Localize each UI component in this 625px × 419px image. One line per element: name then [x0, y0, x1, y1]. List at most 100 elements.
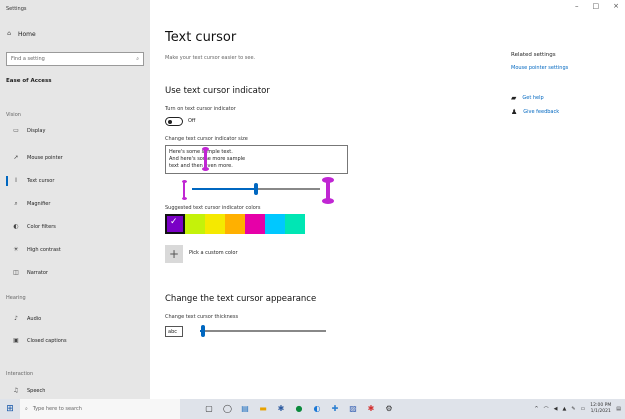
edge-icon[interactable]: ◐ [313, 405, 321, 413]
sidebar-item-speech[interactable]: ♫ Speech [0, 384, 150, 398]
magnifier-icon: ⌕ [14, 200, 18, 207]
page-description: Make your text cursor easier to see. [165, 55, 256, 61]
sidebar-section-title: Ease of Access [6, 78, 52, 84]
color-swatch[interactable] [225, 214, 245, 234]
cortana-icon[interactable]: ◯ [223, 405, 232, 413]
settings-search-input[interactable]: Find a setting ⌕ [6, 52, 144, 66]
slider-thumb[interactable] [254, 183, 258, 195]
sidebar-item-closed-captions[interactable]: ▣ Closed captions [0, 334, 150, 348]
photos-icon[interactable]: ✚ [331, 405, 339, 413]
sidebar-item-label: Text cursor [27, 178, 55, 184]
volume-icon[interactable]: ◀ [554, 406, 558, 412]
captions-icon: ▣ [13, 337, 19, 344]
settings-gear-icon[interactable]: ⚙ [385, 405, 393, 413]
search-icon: ⌕ [25, 406, 28, 412]
color-swatch[interactable] [205, 214, 225, 234]
color-swatch[interactable] [285, 214, 305, 234]
color-filter-icon: ◐ [13, 223, 19, 230]
speech-icon: ♫ [13, 387, 19, 394]
settings-window: Settings ⌂ Home Find a setting ⌕ Ease of… [0, 0, 625, 399]
indicator-toggle[interactable] [165, 117, 183, 126]
sidebar-home[interactable]: ⌂ Home [6, 28, 36, 40]
chevron-up-icon[interactable]: ^ [534, 406, 538, 412]
mouse-pointer-settings-link[interactable]: Mouse pointer settings [511, 65, 568, 71]
size-label: Change text cursor indicator size [165, 136, 248, 142]
thickness-slider-track[interactable] [200, 330, 326, 332]
page-title: Text cursor [165, 30, 237, 45]
sidebar-item-mouse-pointer[interactable]: ➚ Mouse pointer [0, 151, 150, 165]
sidebar-item-audio[interactable]: ♪ Audio [0, 312, 150, 326]
custom-color-button[interactable]: + [165, 245, 183, 263]
indicator-size-slider[interactable] [165, 177, 340, 204]
main-content: Text cursor Make your text cursor easier… [165, 0, 505, 399]
sidebar-item-label: Closed captions [27, 338, 67, 344]
sidebar-item-narrator[interactable]: ◫ Narrator [0, 266, 150, 280]
file-explorer-icon[interactable]: ▬ [259, 405, 267, 413]
sidebar-group-interaction: Interaction [6, 371, 34, 377]
indicator-section-title: Use text cursor indicator [165, 86, 270, 96]
search-placeholder: Find a setting [11, 56, 45, 62]
get-help-link[interactable]: ▰ Get help [511, 94, 544, 102]
thickness-slider-thumb[interactable] [201, 325, 205, 337]
system-tray: ^ ⌒ ◀ ▲ ✎ ▭ 12:00 PM 1/1/2021 ▤ [534, 399, 621, 419]
toggle-label: Turn on text cursor indicator [165, 106, 236, 112]
sidebar-item-color-filters[interactable]: ◐ Color filters [0, 220, 150, 234]
keyboard-icon[interactable]: ▭ [581, 406, 586, 412]
sidebar-item-label: High contrast [27, 247, 61, 253]
help-icon: ▰ [511, 94, 517, 102]
task-view-icon[interactable]: ▢ [205, 405, 213, 413]
plus-icon: + [168, 247, 180, 261]
color-swatches [165, 214, 305, 234]
taskbar-search-placeholder: Type here to search [32, 406, 82, 412]
related-rail: Related settings Mouse pointer settings … [511, 0, 621, 399]
give-feedback-link[interactable]: ♟ Give feedback [511, 108, 559, 116]
contrast-icon: ☀ [13, 246, 19, 253]
sidebar-item-high-contrast[interactable]: ☀ High contrast [0, 243, 150, 257]
pen-icon[interactable]: ✎ [571, 406, 575, 412]
search-icon: ⌕ [136, 56, 139, 62]
sidebar-item-label: Magnifier [27, 201, 51, 207]
clock[interactable]: 12:00 PM 1/1/2021 [590, 403, 611, 415]
large-size-icon [322, 177, 334, 204]
taskbar: ⊞ ⌕ Type here to search ▢ ◯ ▤ ▬ ✱ ● ◐ ✚ … [0, 399, 625, 419]
sidebar-group-vision: Vision [6, 112, 21, 118]
related-settings-title: Related settings [511, 52, 556, 58]
sidebar-item-label: Color filters [27, 224, 56, 230]
network-icon[interactable]: ⌒ [544, 406, 549, 413]
color-swatch[interactable] [245, 214, 265, 234]
media-icon[interactable]: ✱ [367, 405, 375, 413]
taskbar-search-input[interactable]: ⌕ Type here to search [20, 399, 180, 419]
custom-color-label[interactable]: Pick a custom color [189, 250, 238, 256]
sidebar-item-text-cursor[interactable]: I Text cursor [0, 174, 150, 188]
mouse-pointer-icon: ➚ [13, 154, 19, 161]
sidebar-item-magnifier[interactable]: ⌕ Magnifier [0, 197, 150, 211]
taskbar-apps: ▢ ◯ ▤ ▬ ✱ ● ◐ ✚ ▨ ✱ ⚙ [205, 399, 393, 419]
notification-icon[interactable]: ▤ [616, 406, 621, 412]
sample-line: And here's some more sample [169, 156, 246, 162]
give-feedback-label: Give feedback [523, 109, 560, 115]
color-swatch[interactable] [185, 214, 205, 234]
slider-track-fill [192, 188, 255, 190]
color-swatch[interactable] [165, 214, 185, 234]
sample-text-box: Here's some sample text. And here's some… [165, 145, 348, 174]
colors-label: Suggested text cursor indicator colors [165, 205, 261, 211]
app-icon[interactable]: ● [295, 405, 303, 413]
windows-start-icon[interactable]: ⊞ [0, 399, 20, 419]
mail-icon[interactable]: ▨ [349, 405, 357, 413]
color-swatch[interactable] [265, 214, 285, 234]
store-icon[interactable]: ▤ [241, 405, 249, 413]
text-cursor-indicator [202, 147, 209, 171]
sidebar-item-display[interactable]: ▭ Display [0, 124, 150, 138]
get-help-label: Get help [522, 95, 544, 101]
language-icon[interactable]: ▲ [562, 406, 566, 412]
home-icon: ⌂ [7, 30, 11, 37]
display-icon: ▭ [13, 127, 19, 134]
text-cursor-icon: I [15, 177, 17, 184]
sidebar-item-label: Narrator [27, 270, 48, 276]
window-title: Settings [6, 6, 27, 12]
toggle-state: Off [188, 118, 196, 124]
sample-line: text and then even more. [169, 163, 233, 169]
clock-date: 1/1/2021 [590, 409, 611, 414]
appearance-section-title: Change the text cursor appearance [165, 294, 317, 304]
settings-icon[interactable]: ✱ [277, 405, 285, 413]
